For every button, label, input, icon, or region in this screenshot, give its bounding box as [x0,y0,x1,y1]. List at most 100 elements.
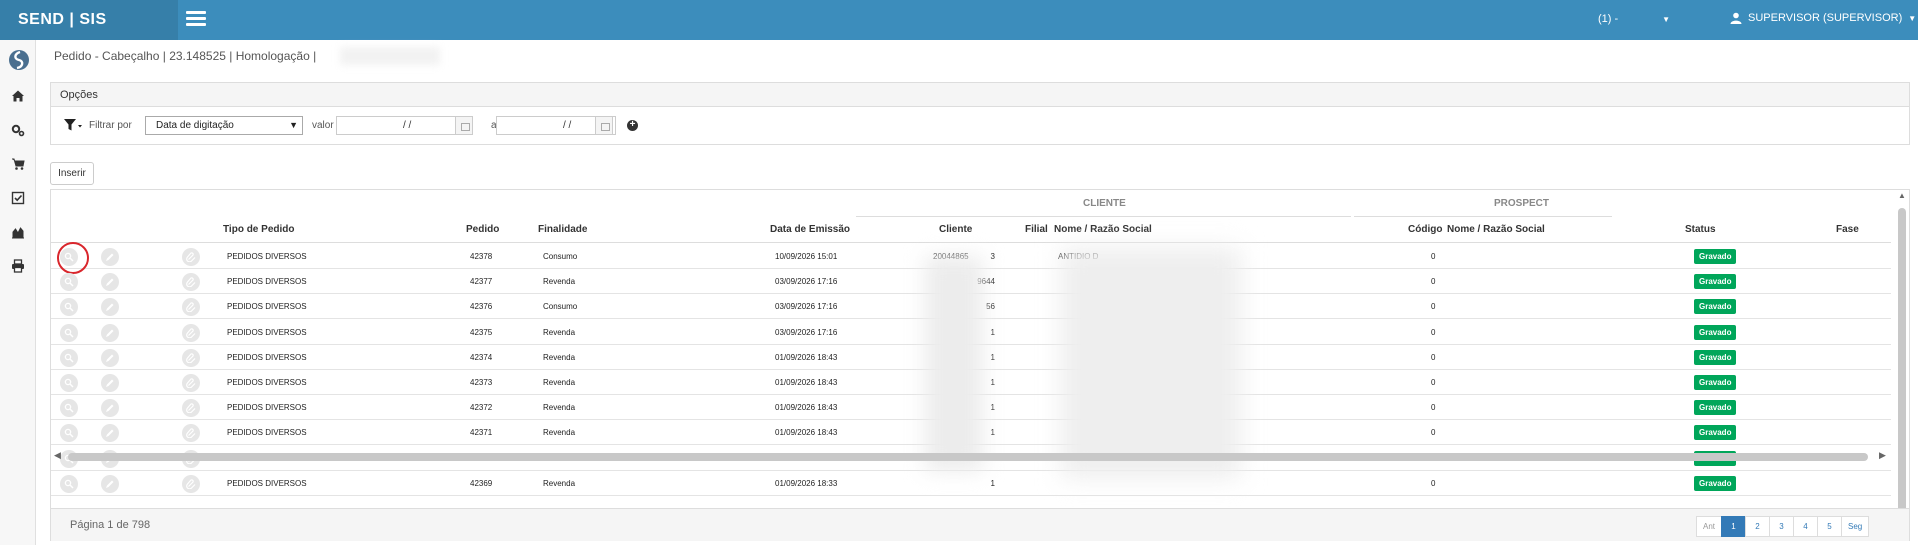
edit-icon[interactable] [101,474,119,493]
col-codigo[interactable]: Código [1408,224,1442,235]
cell-data-emissao: 03/09/2026 17:16 [775,277,838,287]
horizontal-scrollbar[interactable]: ◀ ▶ [51,450,1891,462]
view-icon[interactable] [60,424,78,443]
edit-icon[interactable] [101,374,119,392]
edit-icon[interactable] [101,298,119,317]
menu-icon[interactable] [186,11,206,27]
attach-icon[interactable] [182,374,200,392]
col-status[interactable]: Status [1685,224,1716,235]
scroll-left-icon[interactable]: ◀ [54,450,61,461]
pager-page-2[interactable]: 2 [1745,516,1771,537]
cell-data-emissao: 01/09/2026 18:43 [775,378,838,387]
pager-page-5[interactable]: 5 [1817,516,1843,537]
cell-finalidade: Revenda [543,277,576,287]
insert-button[interactable]: Inserir [50,162,94,185]
scroll-right-icon[interactable]: ▶ [1879,450,1886,461]
cell-tipo-pedido: PEDIDOS DIVERSOS [227,478,307,488]
cell-tipo-pedido: PEDIDOS DIVERSOS [227,378,307,387]
cell-codigo: 0 [1431,302,1436,312]
redacted-area [925,256,983,471]
filter-bar: Filtrar por Data de digitação ▼ valor / … [51,107,1909,145]
cell-pedido: 42371 [470,428,493,438]
filter-icon[interactable] [63,118,83,132]
edit-icon[interactable] [101,348,119,367]
calendar-icon[interactable] [595,116,613,135]
status-badge: Gravado [1694,249,1737,264]
pager-page-4[interactable]: 4 [1793,516,1819,537]
filter-select[interactable]: Data de digitação ▼ [145,116,303,135]
attach-icon[interactable] [182,248,200,266]
chevron-down-icon: ▼ [1908,13,1917,23]
edit-icon[interactable] [101,273,119,292]
status-badge: Gravado [1694,299,1737,315]
view-icon[interactable] [60,298,78,317]
user-icon [1730,12,1742,24]
vertical-scrollbar[interactable]: ▲ ▼ [1895,190,1909,540]
cell-codigo: 0 [1431,403,1436,413]
view-icon[interactable] [60,374,78,392]
pager-page-1[interactable]: 1 [1721,516,1747,537]
scroll-up-icon[interactable]: ▲ [1898,191,1906,200]
view-icon[interactable] [60,273,78,292]
cell-tipo-pedido: PEDIDOS DIVERSOS [227,302,307,312]
view-icon[interactable] [60,323,78,342]
attach-icon[interactable] [182,323,200,342]
view-icon[interactable] [60,474,78,493]
attach-icon[interactable] [182,348,200,367]
cart-icon[interactable] [11,157,25,171]
attach-icon[interactable] [182,399,200,418]
col-filial[interactable]: Filial [1025,224,1048,235]
attach-icon[interactable] [182,273,200,292]
cell-data-emissao: 01/09/2026 18:43 [775,403,838,413]
header-divider [51,242,1891,243]
pager-page-3[interactable]: 3 [1769,516,1795,537]
cell-pedido: 42377 [470,277,493,287]
settings-icon[interactable] [11,123,25,137]
edit-icon[interactable] [101,248,119,266]
table-row[interactable]: PEDIDOS DIVERSOS 42369 Revenda 01/09/2026 1… [51,471,1891,496]
group-header-prospect: PROSPECT [1494,198,1550,209]
col-tipo-pedido[interactable]: Tipo de Pedido [223,224,294,235]
company-selector[interactable]: (1) - ▼ [1598,13,1670,25]
cell-finalidade: Revenda [543,327,576,337]
col-pedido[interactable]: Pedido [466,224,499,235]
attach-icon[interactable] [182,424,200,443]
col-finalidade[interactable]: Finalidade [538,224,587,235]
attach-icon[interactable] [182,474,200,493]
calendar-icon[interactable] [455,116,473,135]
cell-finalidade: Consumo [543,252,578,261]
redacted-area [1061,248,1241,478]
vertical-scroll-thumb[interactable] [1898,208,1906,524]
view-icon[interactable] [60,348,78,367]
redacted-area [340,47,440,65]
print-icon[interactable] [11,259,25,273]
cell-tipo-pedido: PEDIDOS DIVERSOS [227,352,307,362]
pager-next-button[interactable]: Seg [1841,516,1870,537]
home-icon[interactable] [11,89,25,103]
edit-icon[interactable] [101,399,119,418]
status-badge: Gravado [1694,274,1737,290]
col-data-emissao[interactable]: Data de Emissão [770,224,850,235]
view-icon[interactable] [60,399,78,418]
chart-icon[interactable] [11,225,25,239]
edit-icon[interactable] [101,424,119,443]
filter-label: Filtrar por [89,120,132,131]
col-cliente[interactable]: Cliente [939,224,972,235]
checklist-icon[interactable] [11,191,25,205]
date-from-input[interactable]: / / [336,116,456,135]
user-menu[interactable]: SUPERVISOR (SUPERVISOR) ▼ [1730,12,1916,24]
cell-tipo-pedido: PEDIDOS DIVERSOS [227,403,307,413]
col-prospect-nome[interactable]: Nome / Razão Social [1447,224,1545,235]
pager-prev-button[interactable]: Ant [1696,516,1723,537]
brand-logo[interactable]: SEND | SIS [0,0,178,40]
attach-icon[interactable] [182,298,200,317]
cell-data-emissao: 03/09/2026 17:16 [775,327,838,337]
sidebar [0,40,36,545]
col-nome-razao[interactable]: Nome / Razão Social [1054,224,1152,235]
col-fase[interactable]: Fase [1836,224,1859,235]
add-circle-icon[interactable]: + [627,120,638,131]
edit-icon[interactable] [101,323,119,342]
cell-codigo: 0 [1431,252,1436,261]
logo-icon[interactable] [8,49,30,71]
horizontal-scroll-thumb[interactable] [68,453,1868,461]
